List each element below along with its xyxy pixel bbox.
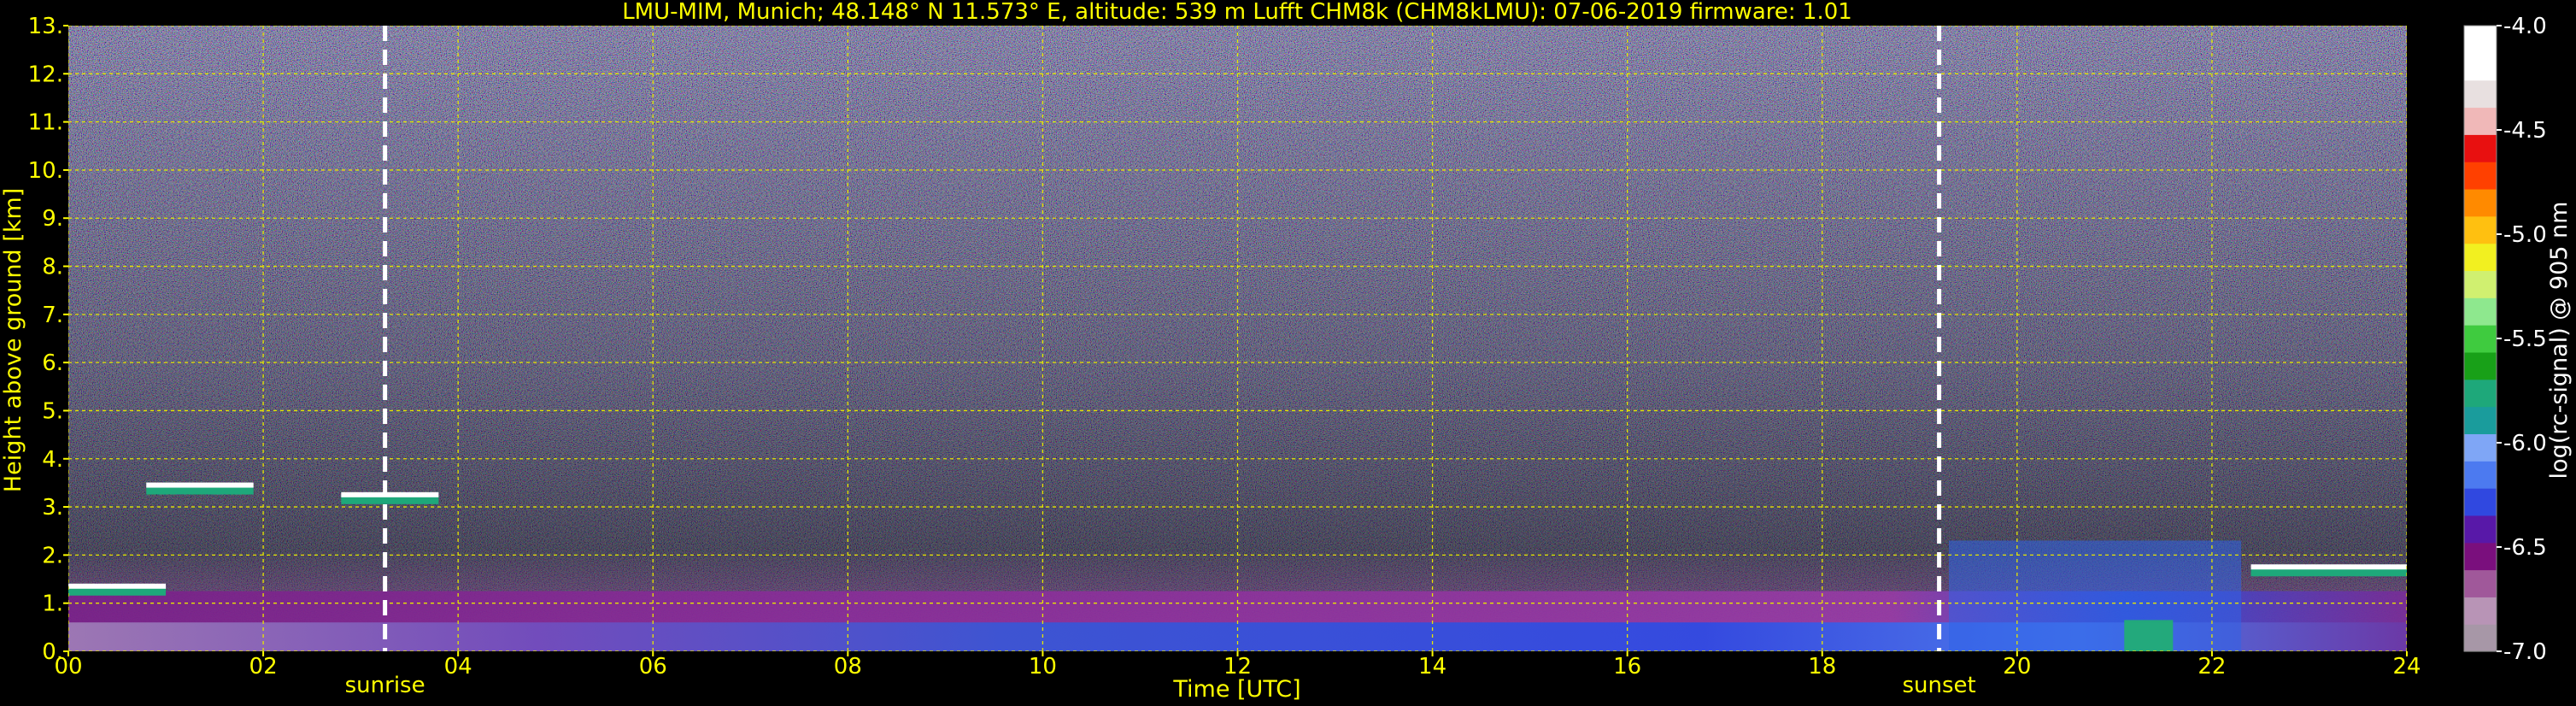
cloud-layer <box>146 482 254 488</box>
y-tick-label: 10. <box>28 158 63 184</box>
x-tick-label: 24 <box>2392 654 2421 680</box>
colorbar-tick-label: -6.0 <box>2503 431 2547 456</box>
colorbar: -4.0 -4.5 -5.0 -5.5 -6.0 -6.5 -7.0 <box>2463 14 2547 665</box>
colorbar-segment <box>2464 325 2497 353</box>
x-tick-label: 20 <box>2003 654 2031 680</box>
x-tick-label: 22 <box>2198 654 2226 680</box>
y-tick-labels: 0. 1. 2. 3. 4. 5. 6. 7. 8. 9. 10. 11. 12. 13. <box>28 14 68 665</box>
colorbar-segment <box>2464 624 2497 652</box>
x-tick-label: 16 <box>1613 654 1641 680</box>
sun-annotations: sunrise sunset <box>345 673 1976 698</box>
colorbar-segment <box>2464 461 2497 489</box>
cloud-layer <box>2250 564 2407 570</box>
x-tick-label: 06 <box>639 654 667 680</box>
colorbar-tick-label: -7.0 <box>2503 639 2547 665</box>
chart-title: LMU-MIM, Munich; 48.148° N 11.573° E, al… <box>622 0 1852 25</box>
cloud-layer <box>341 491 439 497</box>
y-tick-label: 3. <box>42 495 63 521</box>
x-tick-label: 14 <box>1418 654 1446 680</box>
colorbar-label: log(rc-signal) @ 905 nm <box>2546 202 2573 479</box>
colorbar-tick-label: -4.5 <box>2503 118 2547 144</box>
y-tick-label: 5. <box>42 398 63 424</box>
x-tick-label: 10 <box>1029 654 1057 680</box>
colorbar-segment <box>2464 488 2497 516</box>
colorbar-segment <box>2464 79 2497 109</box>
colorbar-segment <box>2464 569 2497 597</box>
colorbar-segment <box>2464 433 2497 462</box>
colorbar-segment <box>2464 351 2497 380</box>
colorbar-segment <box>2464 107 2497 135</box>
y-tick-label: 4. <box>42 447 63 473</box>
x-axis-label: Time [UTC] <box>1172 676 1300 703</box>
colorbar-segment <box>2464 134 2497 162</box>
colorbar-segment <box>2464 52 2497 81</box>
y-tick-label: 8. <box>42 255 63 280</box>
colorbar-tick-label: -5.5 <box>2503 327 2547 352</box>
cloud-layer <box>68 583 167 589</box>
colorbar-segment <box>2464 515 2497 544</box>
colorbar-tick-label: -6.5 <box>2503 535 2547 561</box>
x-tick-label: 02 <box>249 654 278 680</box>
colorbar-segment <box>2464 542 2497 571</box>
y-tick-label: 6. <box>42 350 63 376</box>
plot-area <box>68 26 2407 651</box>
x-tick-label: 12 <box>1223 654 1252 680</box>
colorbar-segment <box>2464 270 2497 298</box>
y-tick-label: 2. <box>42 543 63 568</box>
colorbar-segment <box>2464 406 2497 434</box>
colorbar-segment <box>2464 26 2497 54</box>
colorbar-segment <box>2464 379 2497 408</box>
sunset-label: sunset <box>1902 673 1975 698</box>
x-tick-label: 04 <box>444 654 472 680</box>
y-axis-label: Height above ground [km] <box>0 188 26 492</box>
evening-residual-layer <box>1949 540 2242 651</box>
sunrise-label: sunrise <box>345 673 425 698</box>
colorbar-tick-label: -5.0 <box>2503 222 2547 248</box>
y-tick-label: 11. <box>28 110 63 136</box>
y-tick-label: 9. <box>42 206 63 232</box>
x-tick-label: 18 <box>1808 654 1836 680</box>
colorbar-segment <box>2464 597 2497 625</box>
colorbar-segment <box>2464 162 2497 190</box>
low-cloud-base <box>2124 620 2174 651</box>
y-tick-label: 7. <box>42 303 63 328</box>
colorbar-tick-label: -4.0 <box>2503 14 2547 39</box>
ceilometer-figure: LMU-MIM, Munich; 48.148° N 11.573° E, al… <box>0 0 2573 703</box>
colorbar-segment <box>2464 215 2497 244</box>
colorbar-segment <box>2464 297 2497 326</box>
x-tick-label: 08 <box>834 654 862 680</box>
y-tick-label: 12. <box>28 62 63 87</box>
colorbar-segment <box>2464 243 2497 272</box>
y-tick-label: 0. <box>42 639 63 665</box>
y-tick-label: 13. <box>28 14 63 39</box>
colorbar-segment <box>2464 188 2497 217</box>
y-tick-label: 1. <box>42 591 63 617</box>
